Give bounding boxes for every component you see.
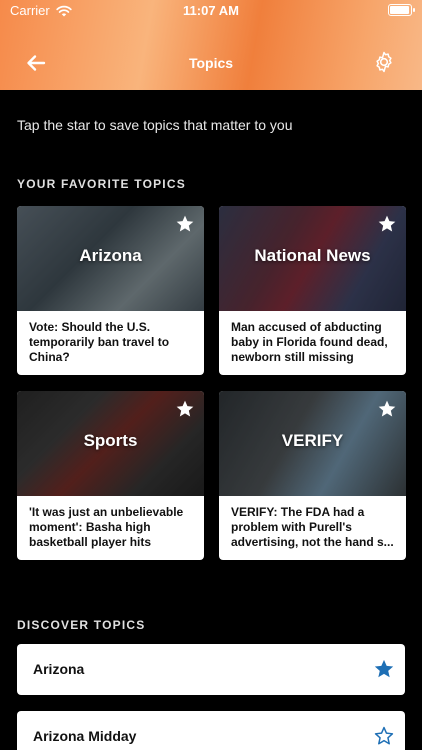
topic-name: Sports [83, 431, 138, 450]
topic-name: National News [254, 246, 371, 265]
discover-section-title: DISCOVER TOPICS [17, 618, 146, 632]
header: Carrier 11:07 AM Topics [0, 0, 422, 90]
topic-headline[interactable]: Man accused of abducting baby in Florida… [231, 320, 396, 365]
intro-text: Tap the star to save topics that matter … [17, 117, 293, 133]
status-time: 11:07 AM [183, 3, 239, 18]
topic-card-sports[interactable]: Sports 'It was just an unbelievable mome… [17, 391, 204, 560]
topic-name: VERIFY [281, 431, 344, 450]
gear-icon[interactable] [372, 50, 396, 74]
page-title: Topics [188, 55, 234, 71]
star-filled-icon[interactable] [175, 399, 195, 419]
status-bar: Carrier 11:07 AM [0, 0, 422, 22]
topic-card-national-news[interactable]: National News Man accused of abducting b… [219, 206, 406, 375]
discover-item-label: Arizona Midday [33, 728, 137, 744]
discover-item-arizona-midday[interactable]: Arizona Midday [17, 711, 405, 750]
discover-item-label: Arizona [33, 661, 85, 677]
star-outline-icon[interactable] [373, 725, 395, 747]
star-filled-icon[interactable] [377, 214, 397, 234]
topic-headline[interactable]: VERIFY: The FDA had a problem with Purel… [231, 505, 396, 550]
discover-item-arizona[interactable]: Arizona [17, 644, 405, 695]
star-filled-icon[interactable] [175, 214, 195, 234]
topic-card-arizona[interactable]: Arizona Vote: Should the U.S. temporaril… [17, 206, 204, 375]
topic-headline[interactable]: 'It was just an unbelievable moment': Ba… [29, 505, 194, 550]
topic-name: Arizona [79, 246, 142, 265]
topic-card-verify[interactable]: VERIFY VERIFY: The FDA had a problem wit… [219, 391, 406, 560]
star-filled-icon[interactable] [377, 399, 397, 419]
favorites-section-title: YOUR FAVORITE TOPICS [17, 177, 186, 191]
battery-icon [388, 4, 415, 16]
topic-headline[interactable]: Vote: Should the U.S. temporarily ban tr… [29, 320, 194, 365]
star-filled-icon[interactable] [373, 658, 395, 680]
